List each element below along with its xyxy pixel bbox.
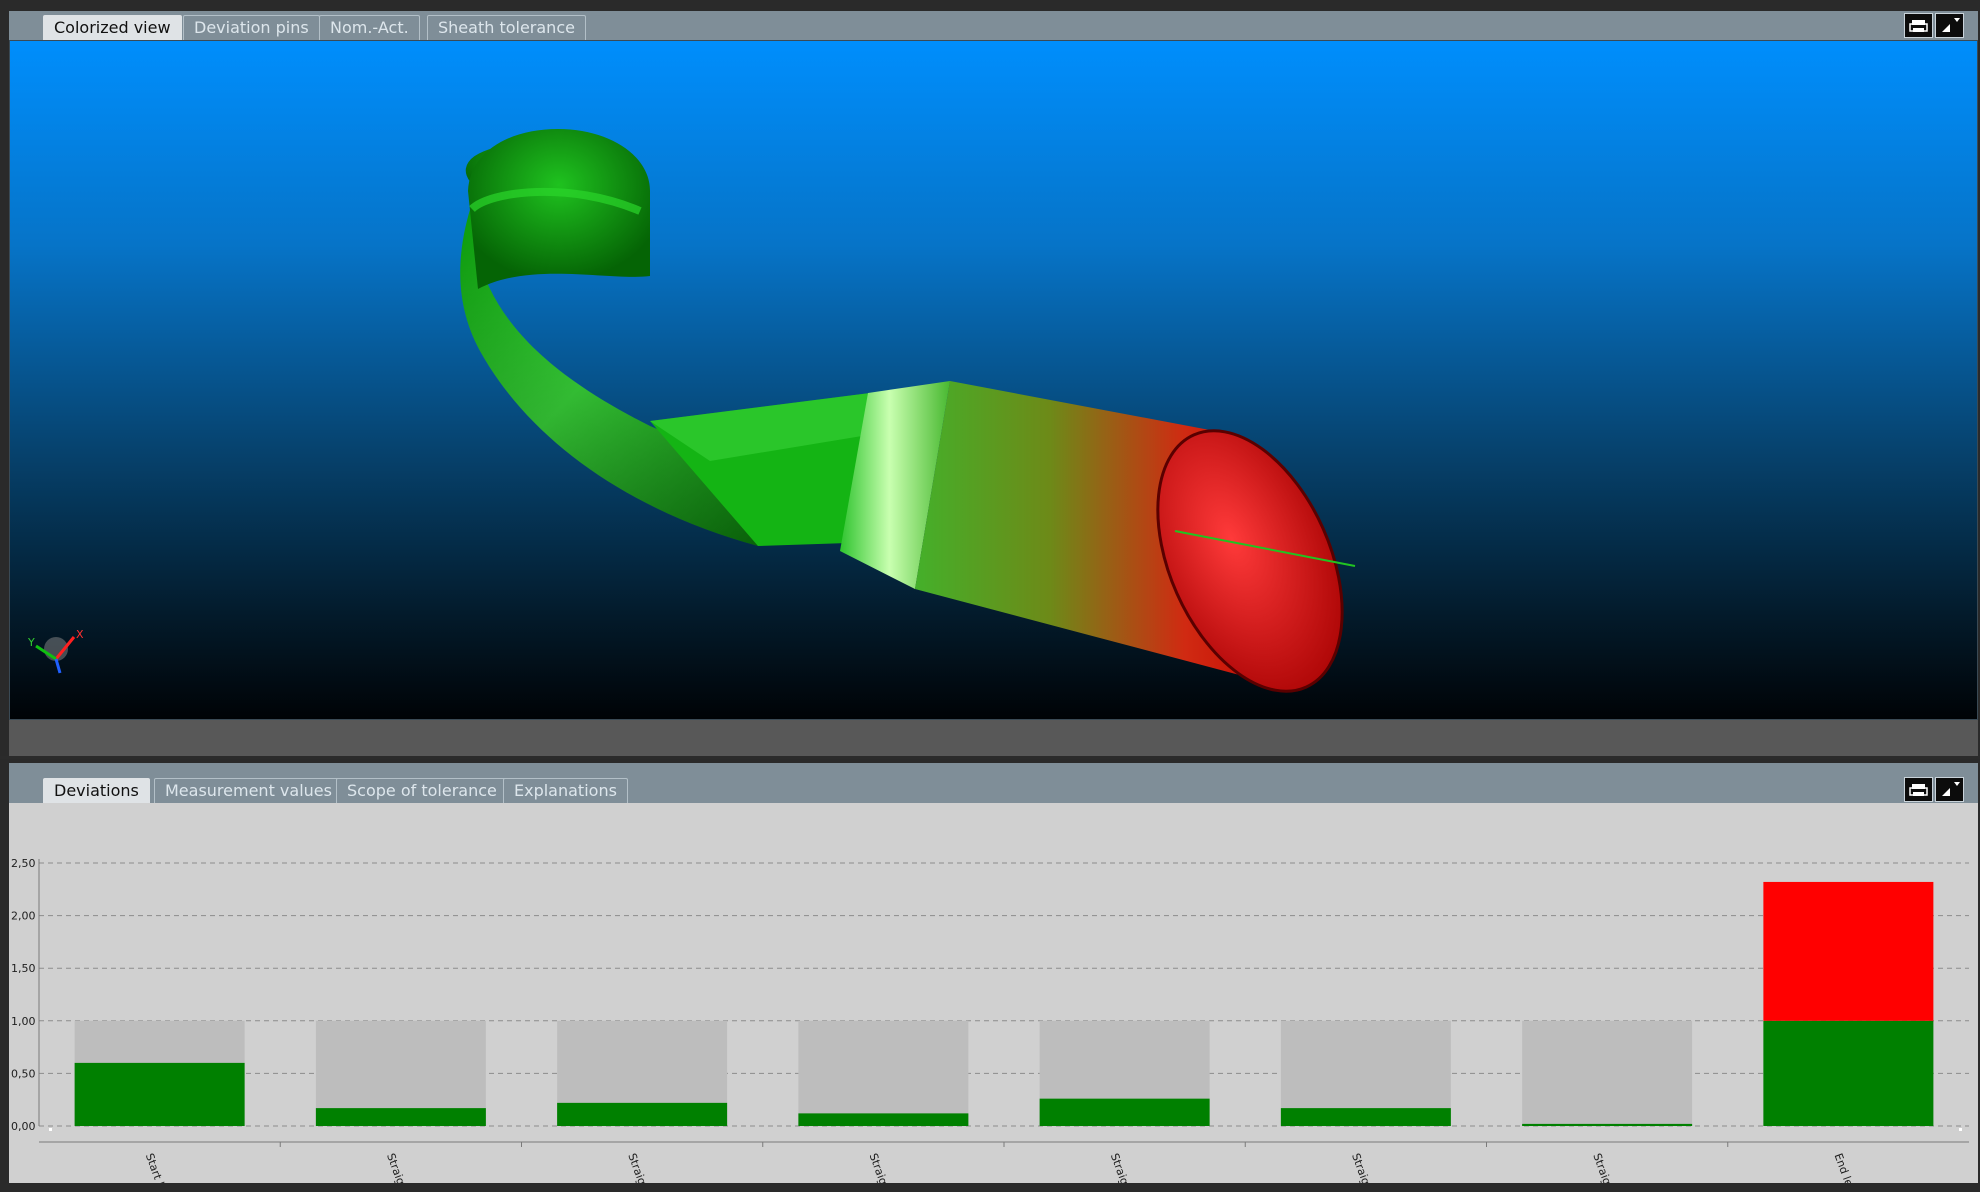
x-tick-label: End length: [1832, 1152, 1865, 1183]
bar-exceed: [1763, 881, 1934, 1021]
tab-colorized-view[interactable]: Colorized view: [43, 15, 182, 40]
y-tick-label: 2,50: [11, 857, 36, 870]
axis-y-label: Y: [27, 636, 35, 649]
corner-marker: [49, 1128, 52, 1131]
view-panel: Colorized view Deviation pins Nom.-Act. …: [0, 0, 1980, 756]
x-tick-label: Straight 1-2: [625, 1152, 660, 1183]
x-tick-label: Straight 2-1: [867, 1152, 902, 1183]
x-tick-label: Straight 1-1: [384, 1152, 419, 1183]
maximize-menu-icon[interactable]: [1935, 13, 1964, 38]
tab-deviations[interactable]: Deviations: [43, 778, 150, 803]
tolerance-band: [798, 1020, 969, 1126]
bar: [557, 1102, 728, 1126]
view-tabbar: Colorized view Deviation pins Nom.-Act. …: [9, 11, 1978, 40]
tab-explanations[interactable]: Explanations: [503, 778, 628, 803]
axis-triad-icon: X Y: [27, 628, 84, 674]
x-tick-label: Straight 3-2: [1590, 1152, 1625, 1183]
y-tick-label: 2,00: [11, 910, 36, 923]
print-icon[interactable]: [1904, 777, 1933, 802]
3d-viewport[interactable]: X Y: [9, 40, 1978, 720]
tab-nom-act[interactable]: Nom.-Act.: [319, 15, 420, 40]
bar: [1522, 1123, 1693, 1126]
maximize-menu-icon[interactable]: [1935, 777, 1964, 802]
y-tick-label: 0,00: [11, 1120, 36, 1133]
y-tick-label: 1,00: [11, 1015, 36, 1028]
bar: [1763, 1020, 1934, 1126]
bar: [1280, 1108, 1451, 1126]
y-tick-label: 0,50: [11, 1067, 36, 1080]
tab-deviation-pins[interactable]: Deviation pins: [183, 15, 320, 40]
pipe-end-segment[interactable]: [915, 381, 1379, 720]
y-tick-label: 1,50: [11, 962, 36, 975]
bar: [74, 1062, 245, 1126]
axis-x-label: X: [76, 628, 84, 641]
tab-scope-of-tolerance[interactable]: Scope of tolerance: [336, 778, 508, 803]
bar: [1039, 1098, 1210, 1126]
x-tick-label: Straight 2-2: [1108, 1152, 1143, 1183]
x-tick-label: Start length: [143, 1152, 178, 1183]
deviation-chart-svg: 0,00 0,50 1,00 1,50 2,00 2,50 Start length Stra…: [11, 857, 1969, 1183]
tolerance-band: [1522, 1020, 1693, 1126]
tab-measurement-values[interactable]: Measurement values: [154, 778, 343, 803]
deviation-chart: 0,00 0,50 1,00 1,50 2,00 2,50 Start length Stra…: [9, 803, 1978, 1183]
tab-sheath-tolerance[interactable]: Sheath tolerance: [427, 15, 586, 40]
view-status-strip: [9, 720, 1978, 756]
x-tick-label: Straight 3-1: [1349, 1152, 1384, 1183]
bar: [798, 1113, 969, 1126]
corner-marker: [1959, 1128, 1962, 1131]
bar: [315, 1108, 486, 1126]
chart-panel: Deviations Measurement values Scope of t…: [0, 759, 1980, 1192]
print-icon[interactable]: [1904, 13, 1933, 38]
chart-tabbar: Deviations Measurement values Scope of t…: [9, 763, 1978, 803]
